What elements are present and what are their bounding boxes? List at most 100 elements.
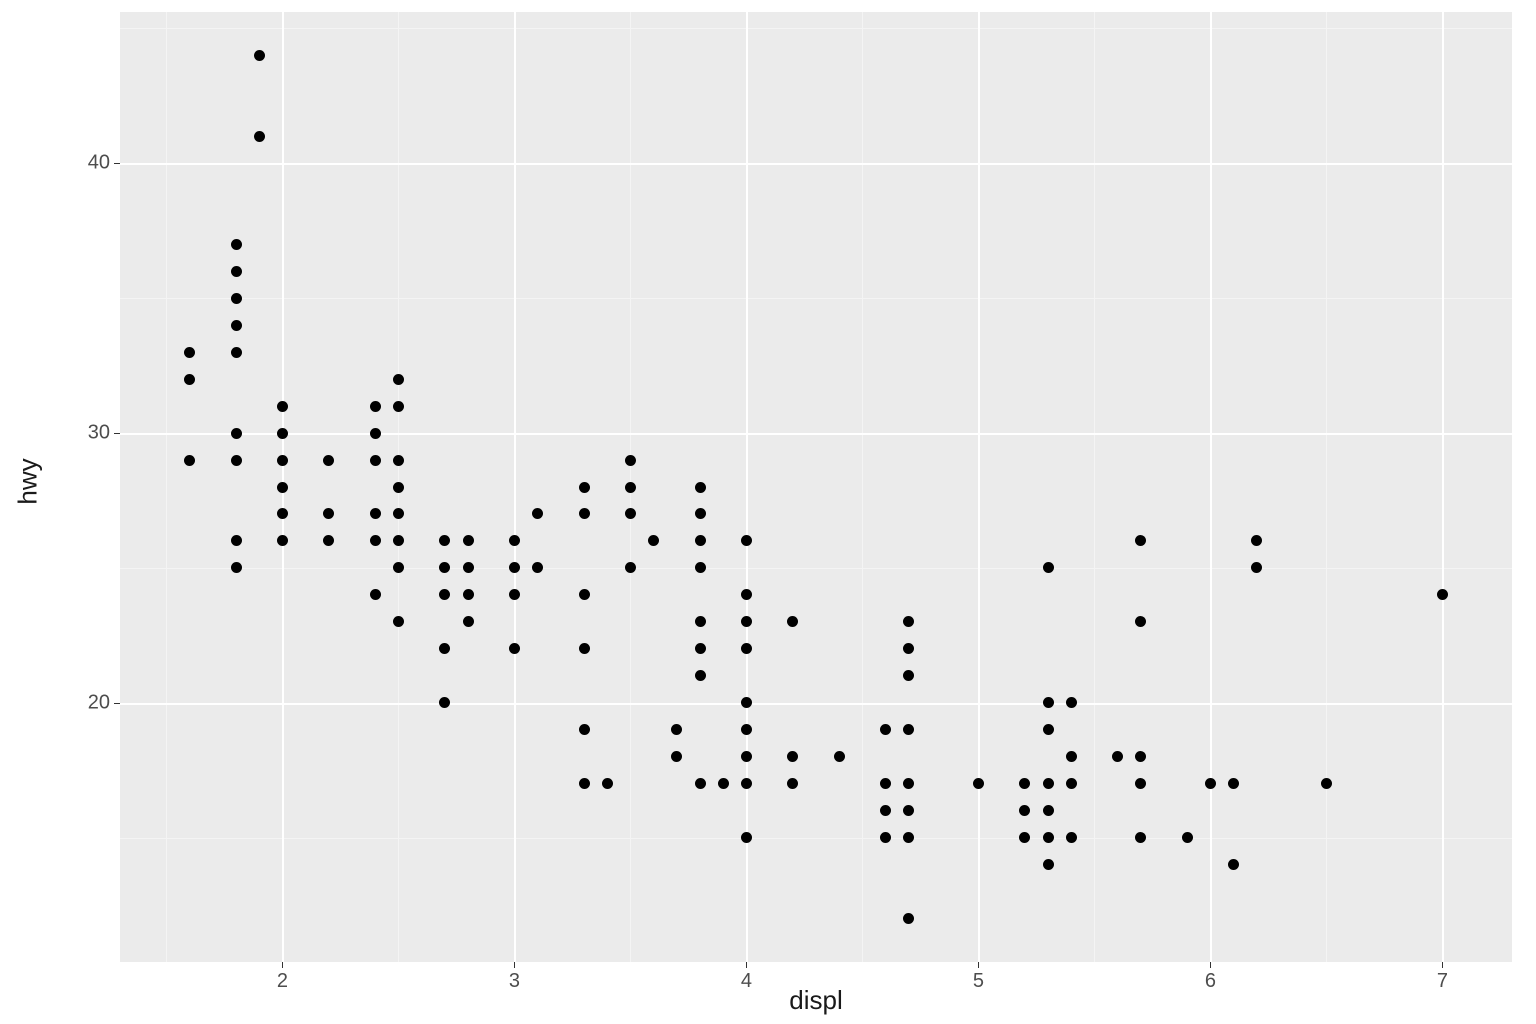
grid-minor-v — [1094, 12, 1095, 962]
data-point — [231, 266, 242, 277]
data-point — [1043, 832, 1054, 843]
data-point — [184, 374, 195, 385]
grid-minor-v — [862, 12, 863, 962]
data-point — [787, 778, 798, 789]
x-tick — [282, 962, 283, 968]
y-axis-title: hwy — [8, 0, 48, 962]
data-point — [695, 508, 706, 519]
data-point — [579, 778, 590, 789]
data-point — [463, 535, 474, 546]
data-point — [1112, 751, 1123, 762]
data-point — [741, 643, 752, 654]
grid-minor-h — [120, 298, 1512, 299]
data-point — [370, 428, 381, 439]
data-point — [277, 455, 288, 466]
grid-minor-v — [1326, 12, 1327, 962]
data-point — [439, 589, 450, 600]
data-point — [880, 778, 891, 789]
data-point — [903, 724, 914, 735]
data-point — [741, 616, 752, 627]
data-point — [903, 616, 914, 627]
grid-minor-v — [166, 12, 167, 962]
data-point — [509, 589, 520, 600]
data-point — [579, 643, 590, 654]
data-point — [1135, 616, 1146, 627]
data-point — [1135, 778, 1146, 789]
data-point — [579, 482, 590, 493]
data-point — [323, 508, 334, 519]
data-point — [323, 535, 334, 546]
data-point — [1066, 778, 1077, 789]
x-tick — [1210, 962, 1211, 968]
data-point — [880, 832, 891, 843]
x-axis-label-text: displ — [789, 985, 842, 1015]
data-point — [231, 293, 242, 304]
data-point — [277, 535, 288, 546]
data-point — [254, 50, 265, 61]
data-point — [880, 724, 891, 735]
data-point — [1135, 832, 1146, 843]
data-point — [625, 562, 636, 573]
data-point — [1019, 832, 1030, 843]
data-point — [1043, 562, 1054, 573]
x-tick — [746, 962, 747, 968]
data-point — [231, 562, 242, 573]
data-point — [973, 778, 984, 789]
data-point — [1251, 535, 1262, 546]
data-point — [1043, 778, 1054, 789]
data-point — [579, 589, 590, 600]
data-point — [184, 455, 195, 466]
data-point — [695, 643, 706, 654]
grid-minor-h — [120, 28, 1512, 29]
data-point — [370, 508, 381, 519]
data-point — [1043, 859, 1054, 870]
data-point — [1043, 697, 1054, 708]
data-point — [439, 535, 450, 546]
data-point — [231, 347, 242, 358]
data-point — [231, 535, 242, 546]
data-point — [1228, 778, 1239, 789]
data-point — [370, 589, 381, 600]
data-point — [393, 374, 404, 385]
data-point — [370, 535, 381, 546]
y-tick-label: 40 — [88, 152, 110, 175]
data-point — [1066, 697, 1077, 708]
scatter-chart: hwy 234567203040 displ — [0, 0, 1536, 1024]
y-tick-label: 20 — [88, 691, 110, 714]
data-point — [787, 751, 798, 762]
data-point — [834, 751, 845, 762]
x-tick — [978, 962, 979, 968]
x-axis-title: displ — [120, 985, 1512, 1016]
data-point — [1066, 832, 1077, 843]
data-point — [1043, 724, 1054, 735]
data-point — [393, 482, 404, 493]
data-point — [370, 455, 381, 466]
grid-major-v — [978, 12, 980, 962]
data-point — [695, 616, 706, 627]
data-point — [718, 778, 729, 789]
data-point — [509, 535, 520, 546]
data-point — [393, 562, 404, 573]
data-point — [277, 508, 288, 519]
data-point — [1228, 859, 1239, 870]
data-point — [903, 805, 914, 816]
data-point — [231, 239, 242, 250]
data-point — [741, 751, 752, 762]
data-point — [903, 778, 914, 789]
data-point — [625, 482, 636, 493]
y-tick — [114, 433, 120, 434]
data-point — [323, 455, 334, 466]
grid-major-h — [120, 163, 1512, 165]
data-point — [463, 616, 474, 627]
x-tick — [1442, 962, 1443, 968]
grid-minor-h — [120, 838, 1512, 839]
data-point — [463, 562, 474, 573]
data-point — [277, 428, 288, 439]
data-point — [1437, 589, 1448, 600]
data-point — [695, 778, 706, 789]
data-point — [625, 508, 636, 519]
data-point — [370, 401, 381, 412]
data-point — [741, 778, 752, 789]
data-point — [393, 508, 404, 519]
data-point — [671, 724, 682, 735]
